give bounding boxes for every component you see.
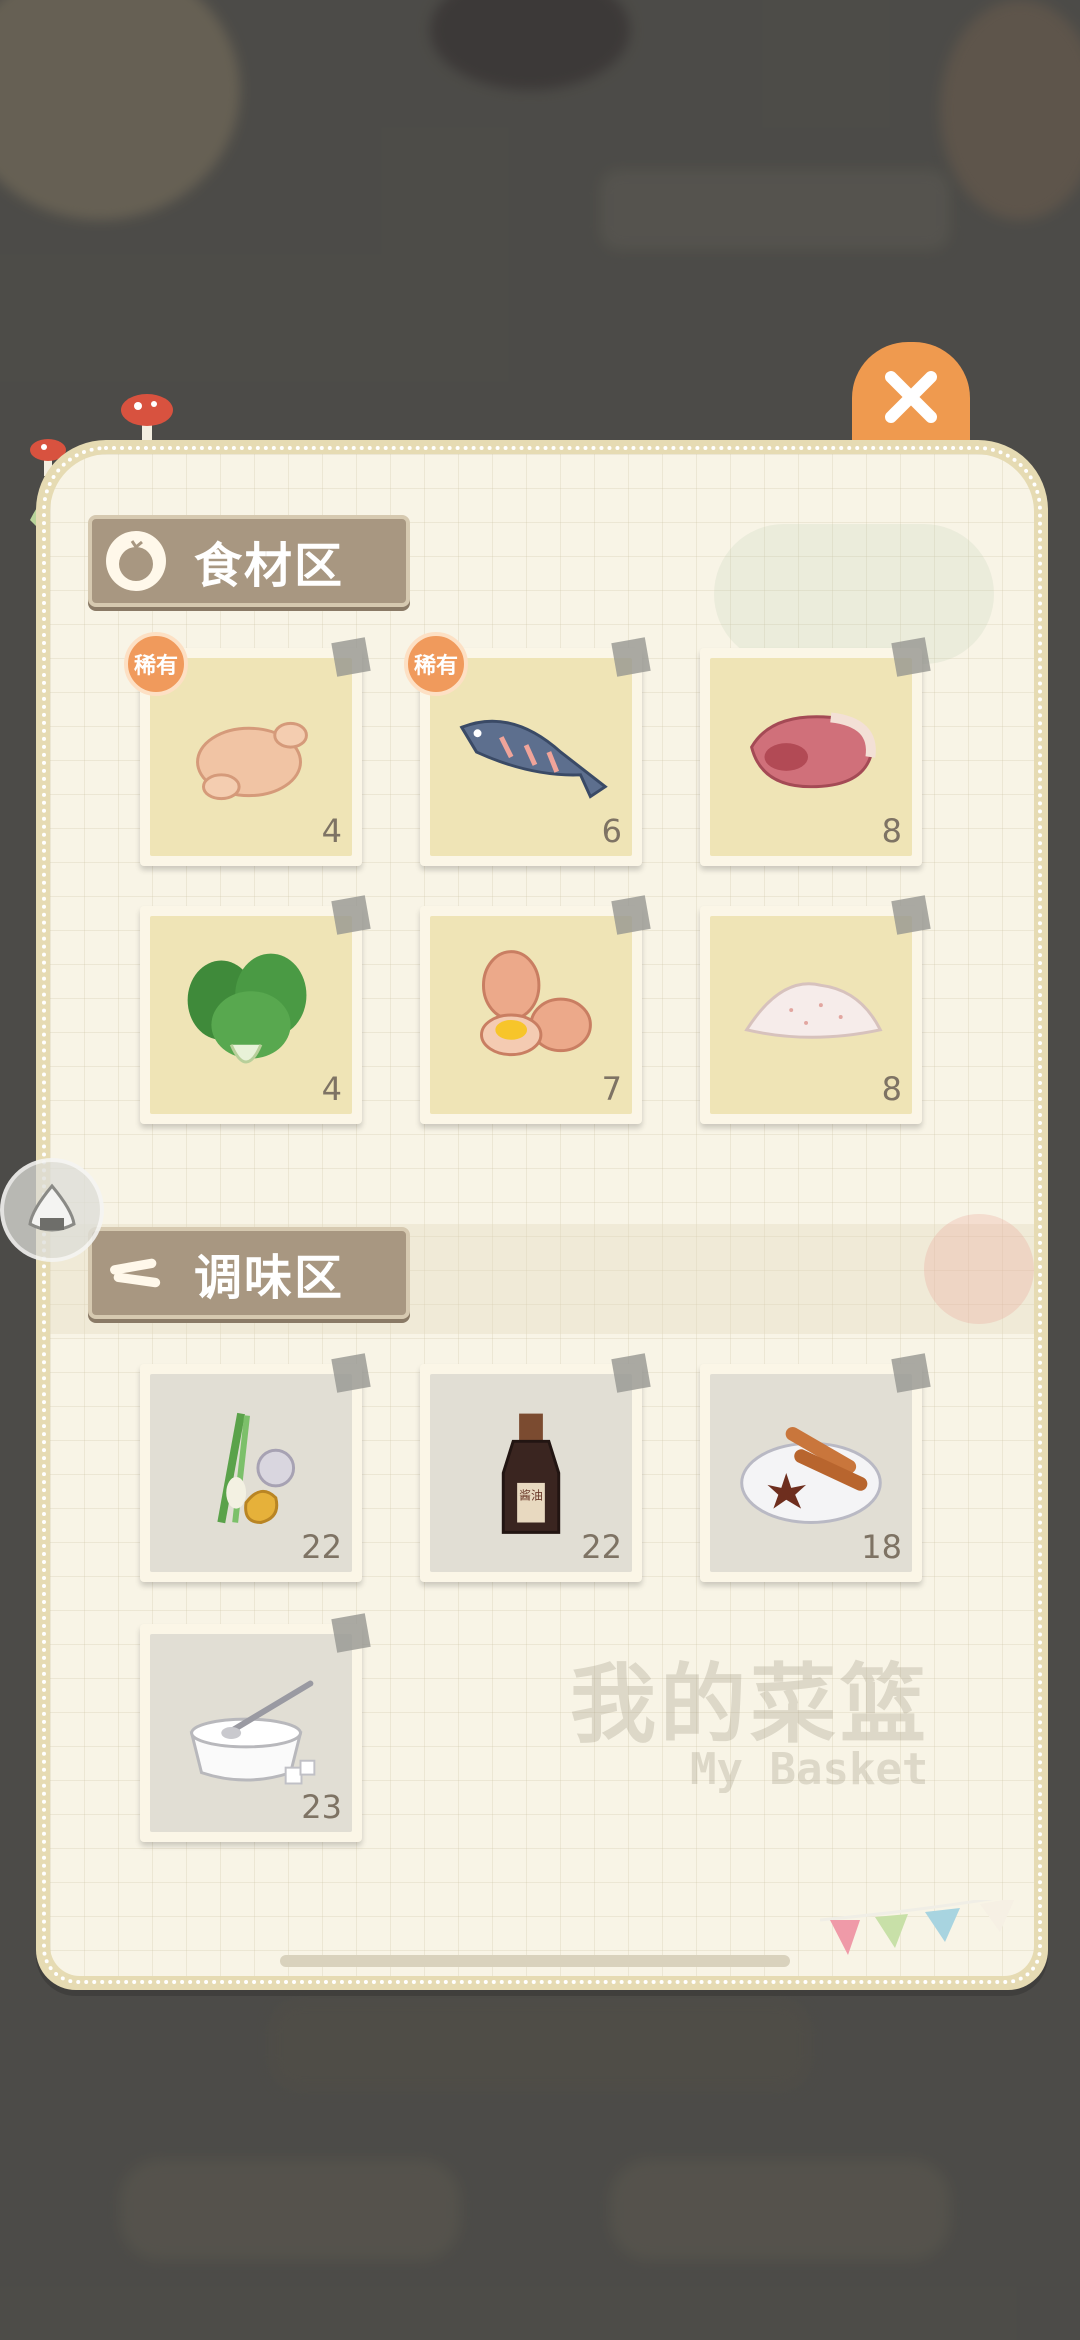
- section-header-seasonings: 调味区: [88, 1227, 410, 1319]
- cinnamon-icon: [106, 1243, 166, 1303]
- basket-title: 我的菜篮: [570, 1655, 930, 1755]
- item-card-sugar[interactable]: 23: [140, 1613, 371, 1842]
- item-quantity: 8: [881, 1070, 902, 1108]
- section-label: 调味区: [194, 1250, 345, 1306]
- rare-badge: 稀有: [404, 632, 468, 696]
- rare-badge: 稀有: [124, 632, 188, 696]
- tape-decoration: [331, 1613, 371, 1653]
- item-card-soy-sauce[interactable]: 酱油 22: [420, 1353, 651, 1582]
- item-quantity: 22: [581, 1528, 622, 1566]
- item-quantity: 4: [321, 1070, 342, 1108]
- item-quantity: 23: [301, 1788, 342, 1826]
- side-menu-button[interactable]: [0, 1158, 104, 1262]
- panel-bottom-handle: [280, 1955, 790, 1967]
- item-card-spices[interactable]: 18: [700, 1353, 931, 1582]
- tape-decoration: [331, 895, 371, 935]
- item-quantity: 18: [861, 1528, 902, 1566]
- section-label: 食材区: [194, 538, 345, 594]
- cloud-decoration: [714, 524, 994, 664]
- tape-decoration: [611, 895, 651, 935]
- item-card-scallion-ginger-garlic[interactable]: 22: [140, 1353, 371, 1582]
- item-quantity: 6: [601, 812, 622, 850]
- tape-decoration: [611, 1353, 651, 1393]
- section-header-ingredients: 食材区: [88, 515, 410, 607]
- onigiri-icon: [28, 1183, 76, 1232]
- tape-decoration: [611, 637, 651, 677]
- item-quantity: 7: [601, 1070, 622, 1108]
- item-quantity: 8: [881, 812, 902, 850]
- item-card-bok-choy[interactable]: 4: [140, 895, 371, 1124]
- item-card-fish[interactable]: 6 稀有: [404, 632, 651, 866]
- item-card-salt[interactable]: 8: [700, 895, 931, 1124]
- tape-decoration: [891, 895, 931, 935]
- tape-decoration: [891, 637, 931, 677]
- tape-decoration: [891, 1353, 931, 1393]
- tape-decoration: [331, 1353, 371, 1393]
- tape-decoration: [331, 637, 371, 677]
- item-card-meat[interactable]: 8: [700, 637, 931, 866]
- basket-title-en: My Basket: [690, 1744, 929, 1795]
- bunting-decoration: [820, 1900, 1015, 1955]
- bottle-label: 酱油: [519, 1489, 543, 1503]
- item-quantity: 4: [321, 812, 342, 850]
- tomato-icon: [106, 531, 166, 591]
- close-button[interactable]: [852, 342, 970, 452]
- item-quantity: 22: [301, 1528, 342, 1566]
- item-card-chicken[interactable]: 4 稀有: [124, 632, 371, 866]
- item-card-eggs[interactable]: 7: [420, 895, 651, 1124]
- close-icon: [885, 371, 937, 423]
- tomato-decoration: [924, 1214, 1034, 1324]
